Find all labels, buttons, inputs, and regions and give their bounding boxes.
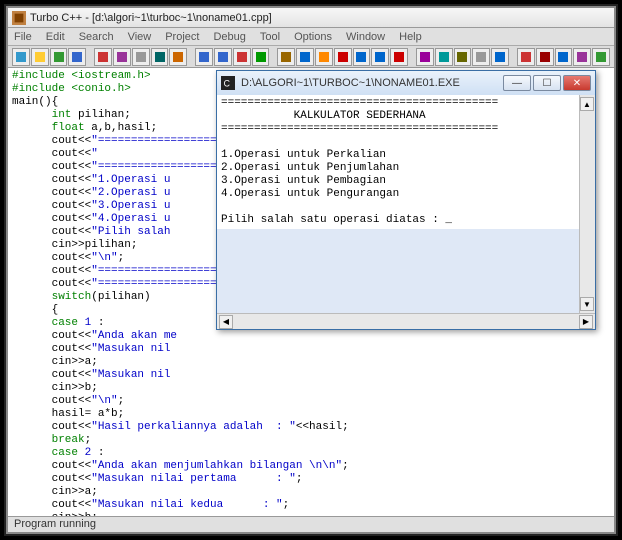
- console-title: D:\ALGORI~1\TURBOC~1\NONAME01.EXE: [241, 77, 460, 89]
- menu-tool[interactable]: Tool: [260, 31, 280, 43]
- console-scrollbar-horizontal[interactable]: ◀ ▶: [217, 313, 595, 329]
- status-text: Program running: [14, 518, 96, 530]
- toolbar-breakpoint-button[interactable]: [390, 48, 408, 66]
- code-line: cout<<"Masukan nil: [12, 369, 610, 382]
- toolbar-copy-button[interactable]: [151, 48, 169, 66]
- code-line: cin>>b;: [12, 382, 610, 395]
- code-line: cout<<"Masukan nil: [12, 343, 610, 356]
- toolbar-run-button[interactable]: [315, 48, 333, 66]
- code-line: cin>>a;: [12, 356, 610, 369]
- toolbar-find-button[interactable]: [195, 48, 213, 66]
- console-titlebar: C D:\ALGORI~1\TURBOC~1\NONAME01.EXE — ☐ …: [217, 71, 595, 95]
- toolbar-options-button[interactable]: [472, 48, 490, 66]
- code-line: break;: [12, 434, 610, 447]
- svg-text:C: C: [224, 79, 230, 89]
- menu-help[interactable]: Help: [399, 31, 422, 43]
- code-line: cout<<"Hasil perkaliannya adalah : "<<ha…: [12, 421, 610, 434]
- menu-file[interactable]: File: [14, 31, 32, 43]
- console-icon: C: [221, 76, 235, 90]
- toolbar-step-into-button[interactable]: [371, 48, 389, 66]
- menu-debug[interactable]: Debug: [213, 31, 245, 43]
- code-line: case 2 :: [12, 447, 610, 460]
- toolbar-window-button[interactable]: [573, 48, 591, 66]
- toolbar-paste-button[interactable]: [169, 48, 187, 66]
- menu-project[interactable]: Project: [165, 31, 199, 43]
- toolbar-project-button[interactable]: [454, 48, 472, 66]
- code-line: cout<<"Masukan nilai pertama : ";: [12, 473, 610, 486]
- toolbar-replace-button[interactable]: [233, 48, 251, 66]
- toolbar-build-button[interactable]: [296, 48, 314, 66]
- status-bar: Program running: [8, 516, 614, 532]
- toolbar-make-button[interactable]: [277, 48, 295, 66]
- toolbar-cut-button[interactable]: [132, 48, 150, 66]
- menu-edit[interactable]: Edit: [46, 31, 65, 43]
- maximize-button[interactable]: ☐: [533, 75, 561, 91]
- toolbar-debug-button[interactable]: [334, 48, 352, 66]
- toolbar-watch-button[interactable]: [416, 48, 434, 66]
- scroll-up-icon[interactable]: ▲: [580, 97, 594, 111]
- code-line: cout<<"Anda akan menjumlahkan bilangan \…: [12, 460, 610, 473]
- code-line: cin>>a;: [12, 486, 610, 499]
- menu-search[interactable]: Search: [79, 31, 114, 43]
- toolbar-open-button[interactable]: [31, 48, 49, 66]
- toolbar-save-button[interactable]: [50, 48, 68, 66]
- toolbar-reset-button[interactable]: [555, 48, 573, 66]
- console-scrollbar-vertical[interactable]: ▲ ▼: [579, 95, 595, 313]
- toolbar-help-button[interactable]: [491, 48, 509, 66]
- menu-view[interactable]: View: [128, 31, 152, 43]
- toolbar-undo-button[interactable]: [94, 48, 112, 66]
- scroll-left-icon[interactable]: ◀: [219, 315, 233, 329]
- toolbar-find-next-button[interactable]: [214, 48, 232, 66]
- toolbar-stop-button[interactable]: [536, 48, 554, 66]
- console-output: ========================================…: [217, 95, 595, 229]
- code-line: cin>>b;: [12, 512, 610, 516]
- ide-titlebar: Turbo C++ - [d:\algori~1\turboc~1\noname…: [8, 8, 614, 28]
- ide-title: Turbo C++ - [d:\algori~1\turboc~1\noname…: [30, 12, 272, 24]
- toolbar-compile-button[interactable]: [252, 48, 270, 66]
- code-line: hasil= a*b;: [12, 408, 610, 421]
- toolbar-step-over-button[interactable]: [353, 48, 371, 66]
- app-icon: [12, 11, 26, 25]
- toolbar-tile-button[interactable]: [592, 48, 610, 66]
- code-line: cout<<"Anda akan me: [12, 330, 610, 343]
- console-window: C D:\ALGORI~1\TURBOC~1\NONAME01.EXE — ☐ …: [216, 70, 596, 330]
- code-line: cout<<"Masukan nilai kedua : ";: [12, 499, 610, 512]
- close-button[interactable]: ✕: [563, 75, 591, 91]
- minimize-button[interactable]: —: [503, 75, 531, 91]
- scroll-down-icon[interactable]: ▼: [580, 297, 594, 311]
- toolbar-save-all-button[interactable]: [68, 48, 86, 66]
- ide-menubar: File Edit Search View Project Debug Tool…: [8, 28, 614, 46]
- toolbar-inspect-button[interactable]: [435, 48, 453, 66]
- toolbar-file-button[interactable]: [12, 48, 30, 66]
- toolbar-trace-button[interactable]: [517, 48, 535, 66]
- scroll-right-icon[interactable]: ▶: [579, 315, 593, 329]
- menu-window[interactable]: Window: [346, 31, 385, 43]
- menu-options[interactable]: Options: [294, 31, 332, 43]
- ide-toolbar: [8, 46, 614, 68]
- toolbar-redo-button[interactable]: [113, 48, 131, 66]
- code-line: cout<<"\n";: [12, 395, 610, 408]
